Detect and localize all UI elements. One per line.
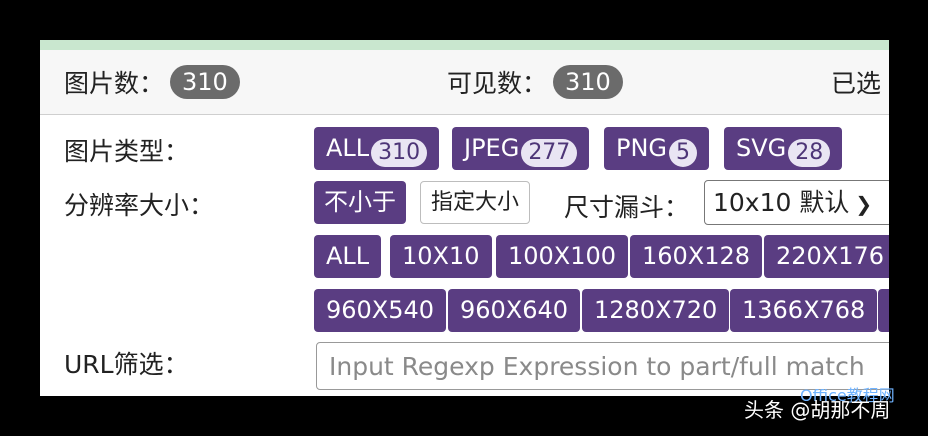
visible-count-label: 可见数：: [447, 69, 548, 98]
resolution-chip[interactable]: ALL: [314, 235, 382, 278]
source-watermark: 头条 @胡那不周: [744, 398, 891, 422]
size-funnel-label: 尺寸漏斗：: [564, 193, 690, 222]
resolution-chip[interactable]: 1366X768: [730, 289, 878, 332]
visible-count-badge: 310: [553, 65, 623, 99]
chevron-down-icon: ❯: [855, 192, 873, 216]
resolution-chip[interactable]: 960X640: [448, 289, 581, 332]
type-count-badge: 310: [371, 139, 428, 167]
not-smaller-button[interactable]: 不小于: [314, 181, 406, 224]
type-filter-png[interactable]: PNG 5: [604, 127, 710, 170]
resolution-chip[interactable]: 10X10: [390, 235, 492, 278]
selected-count-stat: 已选: [831, 50, 881, 114]
image-count-badge: 310: [170, 65, 240, 99]
resolution-chip[interactable]: 1280X720: [582, 289, 730, 332]
resolution-chip-partial[interactable]: [878, 289, 889, 332]
type-filter-svg[interactable]: SVG 28: [724, 127, 843, 170]
top-accent-bar: [40, 40, 889, 50]
type-filter-jpeg[interactable]: JPEG 277: [452, 127, 590, 170]
image-type-label: 图片类型：: [64, 137, 190, 166]
type-count-badge: 5: [669, 139, 698, 167]
type-filter-label: ALL: [326, 134, 370, 162]
resolution-chip[interactable]: 160X128: [630, 235, 763, 278]
size-select-value: 10x10 默认: [713, 188, 850, 217]
image-count-label: 图片数：: [64, 69, 165, 98]
image-count-stat: 图片数： 310: [64, 50, 240, 114]
type-filter-label: JPEG: [464, 134, 520, 162]
url-filter-label: URL筛选：: [64, 350, 189, 379]
type-filter-label: SVG: [736, 134, 787, 162]
resolution-chip[interactable]: 960X540: [314, 289, 447, 332]
visible-count-stat: 可见数： 310: [447, 50, 623, 114]
type-count-badge: 28: [788, 139, 831, 167]
specify-size-button[interactable]: 指定大小: [420, 181, 531, 224]
type-filter-all[interactable]: ALL 310: [314, 127, 440, 170]
type-filter-label: PNG: [616, 134, 668, 162]
size-funnel-select[interactable]: 10x10 默认 ❯: [704, 180, 889, 225]
selected-count-label: 已选: [831, 69, 882, 98]
image-filter-panel: 图片数： 310 可见数： 310 已选 图片类型： ALL 310 JPEG 27…: [40, 40, 889, 396]
resolution-label: 分辨率大小：: [64, 191, 215, 220]
stats-bar: 图片数： 310 可见数： 310 已选: [40, 50, 889, 115]
resolution-chip[interactable]: 220X176: [764, 235, 889, 278]
resolution-chip[interactable]: 100X100: [496, 235, 629, 278]
type-count-badge: 277: [521, 139, 578, 167]
